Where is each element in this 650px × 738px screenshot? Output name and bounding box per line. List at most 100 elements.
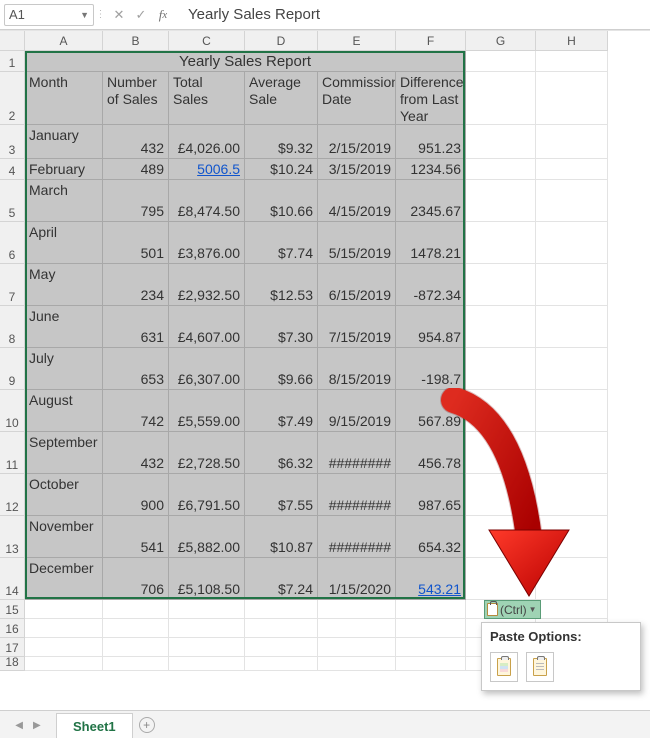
cell[interactable]: $7.74 (245, 222, 318, 264)
cell[interactable] (318, 619, 396, 638)
cell[interactable] (318, 638, 396, 657)
row-header[interactable]: 15 (0, 600, 25, 619)
cell[interactable]: 2345.67 (396, 180, 466, 222)
cell[interactable]: £6,791.50 (169, 474, 245, 516)
cell[interactable]: £8,474.50 (169, 180, 245, 222)
cell[interactable] (245, 638, 318, 657)
cell[interactable] (25, 600, 103, 619)
paste-option-keep-formatting[interactable] (490, 652, 518, 682)
row-header[interactable]: 12 (0, 474, 25, 516)
cell[interactable]: October (25, 474, 103, 516)
cell[interactable]: July (25, 348, 103, 390)
row-header[interactable]: 2 (0, 72, 25, 125)
cell[interactable] (25, 638, 103, 657)
cell[interactable]: 8/15/2019 (318, 348, 396, 390)
cell[interactable] (318, 657, 396, 671)
cell[interactable] (536, 125, 608, 159)
cell[interactable] (245, 619, 318, 638)
cell[interactable]: 567.89 (396, 390, 466, 432)
cell[interactable] (169, 600, 245, 619)
cell[interactable]: £6,307.00 (169, 348, 245, 390)
cell[interactable] (103, 638, 169, 657)
cell[interactable]: August (25, 390, 103, 432)
cell[interactable] (536, 390, 608, 432)
column-header[interactable]: C (169, 31, 245, 51)
cell[interactable]: $10.24 (245, 159, 318, 180)
cell[interactable]: 432 (103, 432, 169, 474)
cell[interactable]: 6/15/2019 (318, 264, 396, 306)
fx-icon[interactable]: fx (152, 4, 174, 26)
cell[interactable] (245, 657, 318, 671)
cell[interactable] (536, 222, 608, 264)
cell[interactable] (169, 619, 245, 638)
column-header[interactable]: D (245, 31, 318, 51)
cell[interactable]: Average Sale (245, 72, 318, 125)
cell[interactable]: June (25, 306, 103, 348)
cell[interactable]: $10.87 (245, 516, 318, 558)
enter-icon[interactable]: ✓ (130, 4, 152, 26)
row-header[interactable]: 1 (0, 51, 25, 72)
split-handle[interactable]: ⋮ (98, 4, 104, 26)
cell[interactable]: £5,559.00 (169, 390, 245, 432)
worksheet-grid[interactable]: ABCDEFGH 123456789101112131415161718 Yea… (0, 30, 650, 696)
cell[interactable]: £4,607.00 (169, 306, 245, 348)
cell[interactable]: May (25, 264, 103, 306)
vertical-scrollbar[interactable] (640, 31, 650, 696)
cell[interactable] (396, 638, 466, 657)
row-header[interactable]: 11 (0, 432, 25, 474)
cell[interactable]: 7/15/2019 (318, 306, 396, 348)
cell[interactable]: 501 (103, 222, 169, 264)
column-header[interactable]: B (103, 31, 169, 51)
cell[interactable] (103, 657, 169, 671)
cell[interactable] (466, 474, 536, 516)
cell[interactable]: 1234.56 (396, 159, 466, 180)
cell[interactable] (169, 657, 245, 671)
cell[interactable] (103, 600, 169, 619)
cell[interactable] (466, 72, 536, 125)
cell[interactable]: Yearly Sales Report (25, 51, 466, 72)
row-header[interactable]: 4 (0, 159, 25, 180)
cell[interactable]: November (25, 516, 103, 558)
row-header[interactable]: 5 (0, 180, 25, 222)
cell[interactable]: 489 (103, 159, 169, 180)
cell[interactable] (536, 180, 608, 222)
cell[interactable]: $12.53 (245, 264, 318, 306)
row-header[interactable]: 14 (0, 558, 25, 600)
cell[interactable] (169, 638, 245, 657)
cell[interactable] (466, 125, 536, 159)
cell[interactable]: September (25, 432, 103, 474)
cell[interactable]: $7.55 (245, 474, 318, 516)
cell[interactable]: $10.66 (245, 180, 318, 222)
row-header[interactable]: 7 (0, 264, 25, 306)
cell[interactable]: 631 (103, 306, 169, 348)
cell[interactable]: Commission Date (318, 72, 396, 125)
cell[interactable]: 2/15/2019 (318, 125, 396, 159)
cell[interactable]: Difference from Last Year (396, 72, 466, 125)
cell[interactable] (466, 390, 536, 432)
row-header[interactable]: 8 (0, 306, 25, 348)
column-header[interactable]: E (318, 31, 396, 51)
cell[interactable]: 954.87 (396, 306, 466, 348)
cell[interactable]: 234 (103, 264, 169, 306)
cell[interactable]: 3/15/2019 (318, 159, 396, 180)
cell[interactable] (536, 516, 608, 558)
add-sheet-button[interactable]: + (133, 712, 161, 738)
formula-input[interactable] (174, 4, 646, 26)
cell[interactable] (466, 306, 536, 348)
cell[interactable] (536, 432, 608, 474)
row-header[interactable]: 13 (0, 516, 25, 558)
cell[interactable] (536, 72, 608, 125)
cell[interactable]: ######## (318, 432, 396, 474)
sheet-tab-active[interactable]: Sheet1 (56, 713, 133, 738)
cell[interactable]: £2,932.50 (169, 264, 245, 306)
cell[interactable] (536, 558, 608, 600)
cell[interactable]: 795 (103, 180, 169, 222)
cell[interactable]: 654.32 (396, 516, 466, 558)
cell[interactable]: ######## (318, 516, 396, 558)
cell[interactable] (536, 474, 608, 516)
cell[interactable] (25, 619, 103, 638)
cell[interactable]: 5/15/2019 (318, 222, 396, 264)
cell[interactable]: £3,876.00 (169, 222, 245, 264)
cell[interactable]: Number of Sales (103, 72, 169, 125)
cell[interactable] (466, 222, 536, 264)
